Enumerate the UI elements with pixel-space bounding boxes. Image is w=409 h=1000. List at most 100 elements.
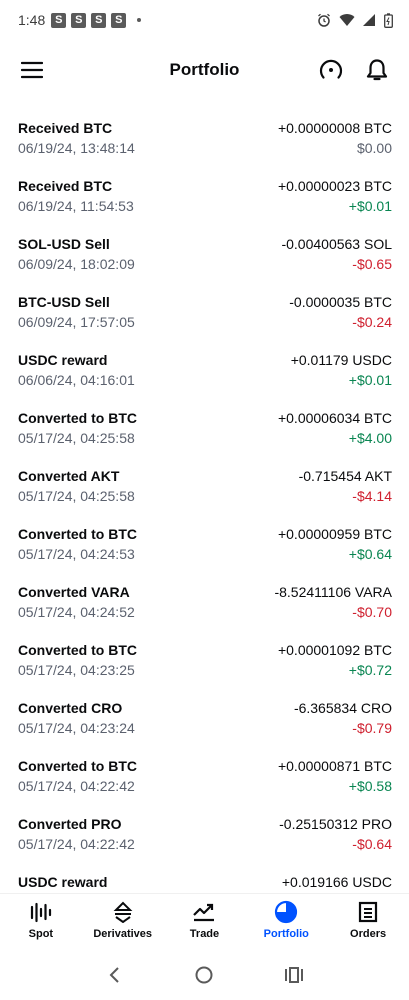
transaction-row[interactable]: Converted to BTC 05/17/24, 04:22:42 +0.000… [0, 748, 409, 806]
transaction-info: Converted AKT 05/17/24, 04:25:58 [18, 466, 135, 516]
header-actions [317, 56, 391, 84]
transaction-amount: +0.00000871 BTC [277, 758, 392, 774]
notifications-button[interactable] [363, 56, 391, 84]
home-circle-icon [195, 966, 213, 984]
transaction-title: SOL-USD Sell [18, 236, 110, 252]
transaction-title: Converted to BTC [18, 758, 137, 774]
signal-icon [363, 14, 375, 26]
status-time: 1:48 [18, 12, 46, 28]
transaction-row[interactable]: Converted PRO 05/17/24, 04:22:42 -0.251503… [0, 806, 409, 864]
transaction-amounts: -0.25150312 PRO -$0.64 [279, 814, 392, 864]
transaction-date: 05/17/24, 04:22:42 [18, 836, 135, 852]
transaction-row[interactable]: Converted to BTC 05/17/24, 04:23:25 +0.000… [0, 632, 409, 690]
transaction-amount: -0.00400563 SOL [281, 236, 392, 252]
transaction-amount: +0.00000008 BTC [277, 120, 392, 136]
transaction-row[interactable]: USDC reward 06/06/24, 04:16:01 +0.01179 US… [0, 342, 409, 400]
nav-orders-label: Orders [350, 928, 387, 940]
system-nav [0, 950, 409, 1000]
transaction-title: Received BTC [18, 120, 113, 136]
transaction-usd-value: $0.00 [356, 140, 392, 156]
transaction-amount: -8.52411106 VARA [274, 584, 392, 600]
transaction-row[interactable]: BTC-USD Sell 06/09/24, 17:57:05 -0.0000035… [0, 284, 409, 342]
transaction-row[interactable]: Converted AKT 05/17/24, 04:25:58 -0.715454… [0, 458, 409, 516]
transaction-date: 05/17/24, 04:22:42 [18, 778, 135, 794]
transaction-title: USDC reward [18, 874, 108, 890]
transaction-amounts: +0.019166 USDC [282, 872, 392, 895]
transaction-info: Converted to BTC 05/17/24, 04:22:42 [18, 756, 137, 806]
transaction-date: 05/17/24, 04:24:52 [18, 604, 135, 620]
transaction-title: Converted AKT [18, 468, 120, 484]
transaction-row[interactable]: USDC reward +0.019166 USDC [0, 864, 409, 895]
transaction-row[interactable]: Converted to BTC 05/17/24, 04:24:53 +0.000… [0, 516, 409, 574]
transaction-info: Converted CRO 05/17/24, 04:23:24 [18, 698, 135, 748]
transaction-date: 05/17/24, 04:25:58 [18, 430, 135, 446]
transaction-row[interactable]: Converted to BTC 05/17/24, 04:25:58 +0.000… [0, 400, 409, 458]
transaction-amounts: +0.00000959 BTC +$0.64 [278, 524, 392, 574]
transaction-usd-value: -$0.79 [352, 720, 392, 736]
transaction-usd-value: +$0.72 [348, 662, 392, 678]
app-header: Portfolio [0, 40, 409, 100]
menu-icon [21, 61, 43, 79]
transaction-info: Converted PRO 05/17/24, 04:22:42 [18, 814, 135, 864]
transaction-date: 06/09/24, 17:57:05 [18, 314, 135, 330]
transaction-row[interactable]: Converted VARA 05/17/24, 04:24:52 -8.52411… [0, 574, 409, 632]
transaction-amount: -0.25150312 PRO [279, 816, 392, 832]
transaction-amounts: +0.01179 USDC +$0.01 [291, 350, 392, 400]
transaction-title: USDC reward [18, 352, 108, 368]
menu-button[interactable] [18, 56, 46, 84]
spot-chart-icon [30, 902, 51, 923]
derivatives-icon [113, 901, 133, 923]
transaction-amounts: +0.00000023 BTC +$0.01 [278, 176, 392, 226]
transaction-title: Converted CRO [18, 700, 123, 716]
nav-orders[interactable]: Orders [328, 900, 408, 940]
transaction-amounts: -0.0000035 BTC -$0.24 [289, 292, 392, 342]
transaction-date: 05/17/24, 04:25:58 [18, 488, 135, 504]
more-notifications-dot-icon [137, 18, 142, 22]
nav-trade[interactable]: Trade [164, 900, 244, 940]
notification-s-icon: S [91, 12, 107, 28]
transaction-amounts: +0.00001092 BTC +$0.72 [278, 640, 392, 690]
transaction-title: Converted to BTC [18, 642, 137, 658]
gauge-icon [319, 59, 343, 79]
notification-s-icon: S [71, 12, 87, 28]
transaction-title: Converted VARA [18, 584, 130, 600]
transaction-date: 05/17/24, 04:24:53 [18, 546, 135, 562]
transaction-title: BTC-USD Sell [18, 294, 110, 310]
gauge-button[interactable] [317, 56, 345, 84]
transaction-amount: +0.019166 USDC [281, 874, 392, 890]
transaction-row[interactable]: Converted CRO 05/17/24, 04:23:24 -6.365834… [0, 690, 409, 748]
transaction-info: Converted VARA 05/17/24, 04:24:52 [18, 582, 135, 632]
transaction-amounts: -0.00400563 SOL -$0.65 [281, 234, 392, 284]
transaction-date: 06/09/24, 18:02:09 [18, 256, 135, 272]
transaction-title: Converted to BTC [18, 526, 137, 542]
transaction-date: 06/19/24, 13:48:14 [18, 140, 135, 156]
nav-portfolio-label: Portfolio [263, 928, 309, 940]
transaction-usd-value: -$0.24 [352, 314, 392, 330]
transaction-row[interactable]: SOL-USD Sell 06/09/24, 18:02:09 -0.0040056… [0, 226, 409, 284]
nav-derivatives-label: Derivatives [93, 928, 153, 940]
transaction-list[interactable]: Received BTC 06/19/24, 13:48:14 +0.0000000… [0, 110, 409, 895]
back-chevron-icon [109, 967, 119, 983]
nav-trade-label: Trade [189, 928, 220, 940]
nav-portfolio[interactable]: Portfolio [246, 900, 326, 940]
home-button[interactable] [189, 960, 219, 990]
recents-button[interactable] [279, 960, 309, 990]
bottom-nav: Spot Derivatives Trade Portfolio Orders [0, 893, 409, 948]
transaction-info: Received BTC 06/19/24, 11:54:53 [18, 176, 134, 226]
nav-derivatives[interactable]: Derivatives [83, 900, 163, 940]
transaction-amounts: +0.00000008 BTC $0.00 [278, 118, 392, 168]
pie-chart-icon [275, 900, 298, 924]
alarm-icon [318, 13, 330, 27]
transaction-date: 06/19/24, 11:54:53 [18, 198, 134, 214]
transaction-usd-value: -$4.14 [352, 488, 392, 504]
transaction-date: 05/17/24, 04:23:24 [18, 720, 135, 736]
nav-spot[interactable]: Spot [1, 900, 81, 940]
transaction-row[interactable]: Received BTC 06/19/24, 13:48:14 +0.0000000… [0, 110, 409, 168]
notification-s-icon: S [111, 12, 127, 28]
status-bar: 1:48 S S S S [0, 0, 409, 40]
back-button[interactable] [100, 960, 130, 990]
transaction-usd-value: +$4.00 [348, 430, 392, 446]
trade-icon [193, 903, 215, 922]
transaction-row[interactable]: Received BTC 06/19/24, 11:54:53 +0.0000002… [0, 168, 409, 226]
transaction-info: USDC reward 06/06/24, 04:16:01 [18, 350, 135, 400]
